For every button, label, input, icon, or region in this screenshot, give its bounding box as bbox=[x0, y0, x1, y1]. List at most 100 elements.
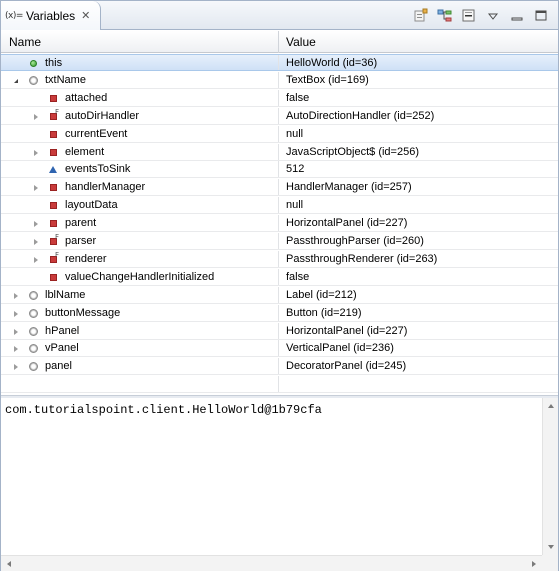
name-cell[interactable]: handlerManager bbox=[1, 179, 279, 195]
empty-row bbox=[1, 376, 558, 393]
value-cell[interactable]: null bbox=[279, 126, 558, 142]
collapsed-twisty-icon[interactable] bbox=[31, 179, 41, 196]
value-cell[interactable]: 512 bbox=[279, 161, 558, 177]
tree-row[interactable]: layoutData null bbox=[1, 197, 558, 214]
tree-row[interactable]: eventsToSink 512 bbox=[1, 161, 558, 178]
tree-row[interactable]: vPanel VerticalPanel (id=236) bbox=[1, 340, 558, 357]
minimize-icon[interactable] bbox=[508, 7, 526, 25]
name-column-header[interactable]: Name bbox=[1, 31, 279, 53]
variables-tab[interactable]: (x)= Variables ✕ bbox=[1, 1, 101, 30]
value-cell[interactable]: HandlerManager (id=257) bbox=[279, 179, 558, 195]
value-cell[interactable]: false bbox=[279, 269, 558, 285]
collapsed-twisty-icon[interactable] bbox=[31, 233, 41, 250]
variable-name: handlerManager bbox=[65, 181, 146, 193]
tree-row[interactable]: this HelloWorld (id=36) bbox=[1, 54, 558, 71]
value-cell[interactable]: VerticalPanel (id=236) bbox=[279, 340, 558, 356]
value-cell[interactable]: AutoDirectionHandler (id=252) bbox=[279, 108, 558, 124]
name-cell[interactable]: buttonMessage bbox=[1, 305, 279, 321]
value-cell[interactable]: TextBox (id=169) bbox=[279, 72, 558, 88]
tree-row[interactable]: parent HorizontalPanel (id=227) bbox=[1, 215, 558, 232]
view-menu-icon[interactable] bbox=[484, 7, 502, 25]
tree-row[interactable]: FautoDirHandler AutoDirectionHandler (id=… bbox=[1, 108, 558, 125]
collapsed-twisty-icon[interactable] bbox=[31, 215, 41, 232]
collapsed-twisty-icon[interactable] bbox=[11, 340, 21, 357]
value-cell[interactable]: PassthroughRenderer (id=263) bbox=[279, 251, 558, 267]
collapsed-twisty-icon[interactable] bbox=[11, 305, 21, 322]
detail-text[interactable]: com.tutorialspoint.client.HelloWorld@1b7… bbox=[5, 403, 540, 417]
tree-row[interactable]: attached false bbox=[1, 90, 558, 107]
tree-row[interactable]: Frenderer PassthroughRenderer (id=263) bbox=[1, 251, 558, 268]
name-cell[interactable]: valueChangeHandlerInitialized bbox=[1, 269, 279, 285]
collapse-all-icon[interactable] bbox=[460, 7, 478, 25]
variables-tree[interactable]: this HelloWorld (id=36) txtName TextBox (id… bbox=[1, 54, 558, 397]
private-final-field-icon: F bbox=[47, 108, 59, 125]
show-type-names-icon[interactable] bbox=[412, 7, 430, 25]
tree-row[interactable]: buttonMessage Button (id=219) bbox=[1, 305, 558, 322]
collapsed-twisty-icon[interactable] bbox=[11, 323, 21, 340]
value-cell[interactable]: null bbox=[279, 197, 558, 213]
variable-name: eventsToSink bbox=[65, 163, 131, 175]
name-cell[interactable]: FautoDirHandler bbox=[1, 108, 279, 124]
name-cell[interactable]: vPanel bbox=[1, 340, 279, 356]
detail-horizontal-scrollbar[interactable] bbox=[1, 555, 558, 571]
value-cell[interactable]: false bbox=[279, 90, 558, 106]
name-cell[interactable]: layoutData bbox=[1, 197, 279, 213]
tree-row[interactable]: Fparser PassthroughParser (id=260) bbox=[1, 233, 558, 250]
variable-value: HorizontalPanel (id=227) bbox=[286, 325, 408, 337]
tree-row[interactable]: panel DecoratorPanel (id=245) bbox=[1, 358, 558, 375]
scroll-up-icon[interactable] bbox=[543, 398, 559, 414]
scroll-right-icon[interactable] bbox=[526, 556, 542, 572]
private-field-icon bbox=[47, 144, 59, 161]
value-cell[interactable]: PassthroughParser (id=260) bbox=[279, 233, 558, 249]
private-field-icon bbox=[47, 90, 59, 107]
value-cell[interactable]: Button (id=219) bbox=[279, 305, 558, 321]
show-logical-structure-icon[interactable] bbox=[436, 7, 454, 25]
private-field-icon bbox=[47, 215, 59, 232]
tree-row[interactable]: valueChangeHandlerInitialized false bbox=[1, 269, 558, 286]
name-cell[interactable]: this bbox=[1, 55, 279, 70]
field-icon bbox=[27, 305, 39, 322]
maximize-icon[interactable] bbox=[532, 7, 550, 25]
value-cell[interactable]: HelloWorld (id=36) bbox=[279, 55, 558, 70]
variable-name: lblName bbox=[45, 289, 86, 301]
value-cell[interactable]: Label (id=212) bbox=[279, 287, 558, 303]
name-cell[interactable]: element bbox=[1, 144, 279, 160]
name-cell[interactable]: Frenderer bbox=[1, 251, 279, 267]
name-cell[interactable]: hPanel bbox=[1, 323, 279, 339]
expanded-twisty-icon[interactable] bbox=[11, 72, 21, 89]
tree-row[interactable]: hPanel HorizontalPanel (id=227) bbox=[1, 323, 558, 340]
collapsed-twisty-icon[interactable] bbox=[11, 287, 21, 304]
name-cell[interactable]: txtName bbox=[1, 72, 279, 88]
scroll-down-icon[interactable] bbox=[543, 539, 559, 555]
name-cell[interactable]: Fparser bbox=[1, 233, 279, 249]
name-cell[interactable]: parent bbox=[1, 215, 279, 231]
variable-value: HandlerManager (id=257) bbox=[286, 181, 412, 193]
tree-row[interactable]: handlerManager HandlerManager (id=257) bbox=[1, 179, 558, 196]
value-column-header[interactable]: Value bbox=[279, 31, 559, 53]
variable-value: VerticalPanel (id=236) bbox=[286, 342, 394, 354]
name-cell[interactable]: currentEvent bbox=[1, 126, 279, 142]
variable-value: HelloWorld (id=36) bbox=[286, 57, 378, 69]
tree-row[interactable]: txtName TextBox (id=169) bbox=[1, 72, 558, 89]
value-cell[interactable]: HorizontalPanel (id=227) bbox=[279, 323, 558, 339]
name-cell[interactable]: attached bbox=[1, 90, 279, 106]
detail-vertical-scrollbar[interactable] bbox=[542, 398, 558, 555]
tree-row[interactable]: lblName Label (id=212) bbox=[1, 287, 558, 304]
detail-pane[interactable]: com.tutorialspoint.client.HelloWorld@1b7… bbox=[1, 398, 558, 571]
value-cell[interactable]: JavaScriptObject$ (id=256) bbox=[279, 144, 558, 160]
variable-name: this bbox=[45, 57, 63, 69]
scroll-left-icon[interactable] bbox=[1, 556, 17, 572]
value-cell[interactable]: HorizontalPanel (id=227) bbox=[279, 215, 558, 231]
name-cell[interactable]: eventsToSink bbox=[1, 161, 279, 177]
tree-row[interactable]: currentEvent null bbox=[1, 126, 558, 143]
name-cell[interactable]: panel bbox=[1, 358, 279, 374]
name-cell[interactable]: lblName bbox=[1, 287, 279, 303]
value-cell[interactable]: DecoratorPanel (id=245) bbox=[279, 358, 558, 374]
view-toolbar bbox=[412, 7, 550, 25]
collapsed-twisty-icon[interactable] bbox=[11, 358, 21, 375]
collapsed-twisty-icon[interactable] bbox=[31, 108, 41, 125]
collapsed-twisty-icon[interactable] bbox=[31, 144, 41, 161]
close-icon[interactable]: ✕ bbox=[81, 9, 90, 22]
tree-row[interactable]: element JavaScriptObject$ (id=256) bbox=[1, 144, 558, 161]
collapsed-twisty-icon[interactable] bbox=[31, 251, 41, 268]
